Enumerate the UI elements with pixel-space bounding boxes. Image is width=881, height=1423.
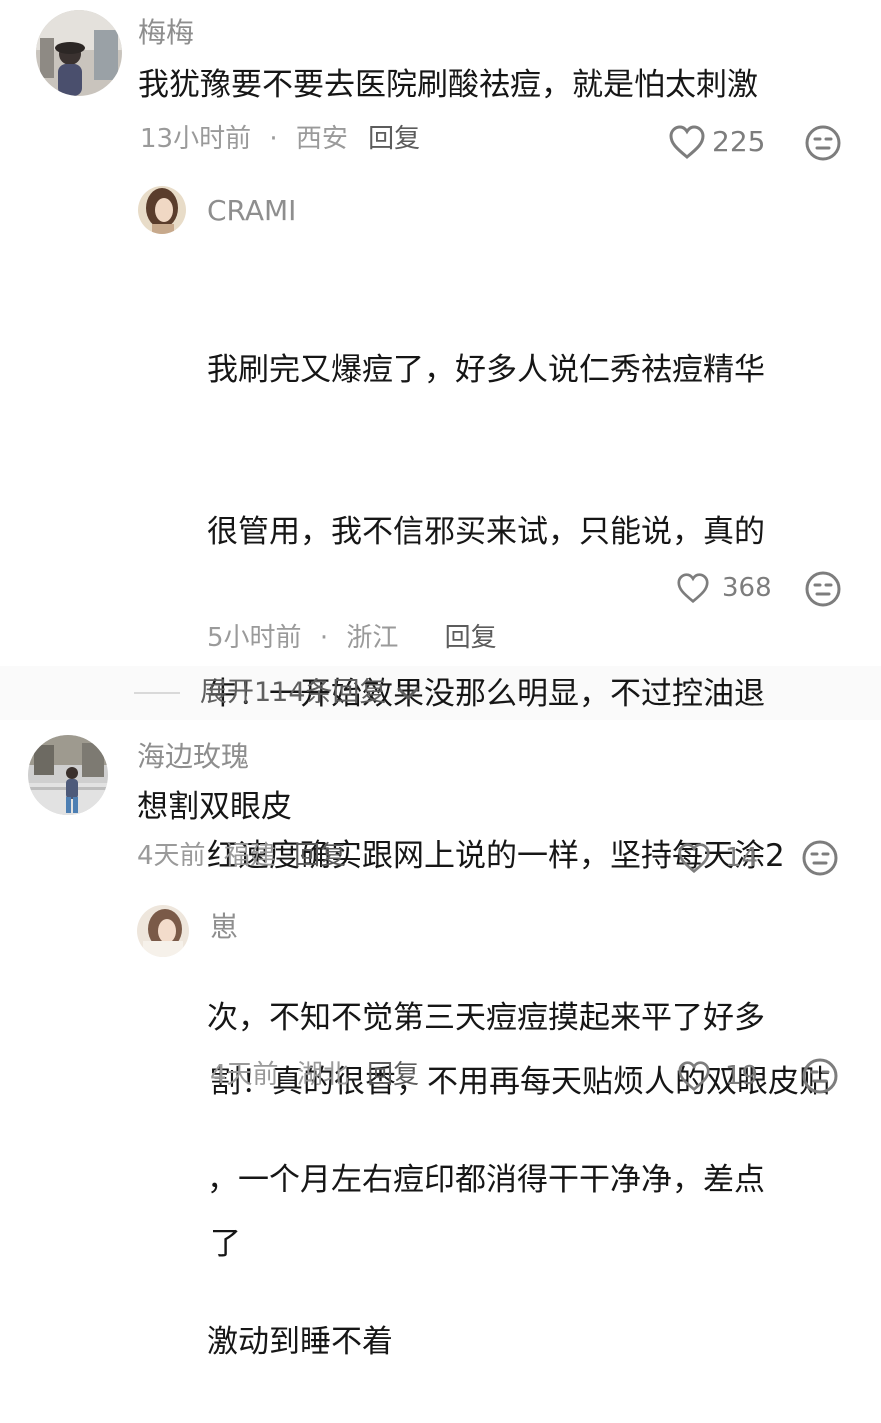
reply-text-line: 了 (210, 1226, 241, 1262)
neutral-face-icon (805, 571, 841, 607)
like-count: 19 (725, 1061, 759, 1091)
avatar-image (28, 735, 108, 815)
avatar[interactable] (36, 10, 122, 96)
like-count: 225 (712, 125, 766, 158)
reply-text: 割！真的很香，不用再每天贴烦人的双眼皮贴 了 (210, 947, 850, 1325)
expand-replies-button[interactable]: 展开114条回复 (134, 676, 421, 710)
reply-time: 4天前 (210, 1060, 279, 1090)
dislike-button[interactable] (801, 1057, 839, 1099)
like-button[interactable]: 225 (668, 124, 765, 160)
reply-text-line: 我刷完又爆痘了，好多人说仁秀祛痘精华 (207, 352, 765, 388)
reply-location: 浙江 (346, 623, 399, 653)
comment-username[interactable]: 梅梅 (138, 16, 194, 50)
like-count: 368 (722, 573, 772, 603)
dislike-button[interactable] (804, 570, 842, 612)
neutral-face-icon (805, 125, 841, 161)
meta-separator: · (269, 124, 278, 154)
heart-outline-icon (669, 125, 705, 159)
avatar-image (138, 186, 186, 234)
comment-username[interactable]: 海边玫瑰 (137, 740, 249, 774)
like-button[interactable]: 368 (676, 572, 772, 604)
heart-outline-icon (677, 573, 709, 604)
heart-outline-icon (678, 1061, 710, 1092)
heart-outline-icon (678, 843, 710, 874)
like-count: 14 (725, 843, 759, 873)
comment-time: 4天前 (137, 841, 206, 871)
avatar[interactable] (138, 186, 186, 234)
divider-line (134, 692, 180, 694)
neutral-face-icon (802, 840, 838, 876)
reply-button[interactable]: 回复 (368, 124, 420, 154)
reply-meta: 5小时前 · 浙江 回复 (207, 622, 497, 654)
dislike-button[interactable] (804, 124, 842, 166)
avatar[interactable] (28, 735, 108, 815)
reply-username[interactable]: CRAMI (207, 194, 296, 228)
avatar-image (137, 905, 189, 957)
comment-location: 西安 (295, 124, 348, 154)
expand-replies-label: 展开114条回复 (200, 677, 387, 708)
avatar-image (36, 10, 122, 96)
reply-button[interactable]: 回复 (294, 841, 346, 871)
meta-separator: · (319, 623, 329, 653)
comment-meta: 4天前 福建 回复 (137, 840, 346, 872)
comment-text: 想割双眼皮 (137, 789, 292, 825)
comment-time: 13小时前 (140, 124, 252, 154)
reply-button[interactable]: 回复 (367, 1060, 419, 1090)
avatar[interactable] (137, 905, 189, 957)
like-button[interactable]: 19 (677, 1060, 758, 1092)
chevron-down-icon (397, 687, 419, 700)
reply-username[interactable]: 崽 (210, 910, 238, 944)
comment-meta: 13小时前 · 西安 回复 (140, 123, 420, 155)
reply-button[interactable]: 回复 (445, 623, 497, 653)
like-button[interactable]: 14 (677, 842, 758, 874)
reply-text-line: 很管用，我不信邪买来试，只能说，真的 (207, 514, 765, 550)
reply-location: 湖北 (296, 1060, 349, 1090)
reply-meta: 4天前 湖北 回复 (210, 1059, 419, 1091)
reply-time: 5小时前 (207, 623, 302, 653)
comment-location: 福建 (223, 841, 276, 871)
neutral-face-icon (802, 1058, 838, 1094)
dislike-button[interactable] (801, 839, 839, 881)
comment-text: 我犹豫要不要去医院刷酸祛痘，就是怕太刺激 (138, 67, 758, 103)
